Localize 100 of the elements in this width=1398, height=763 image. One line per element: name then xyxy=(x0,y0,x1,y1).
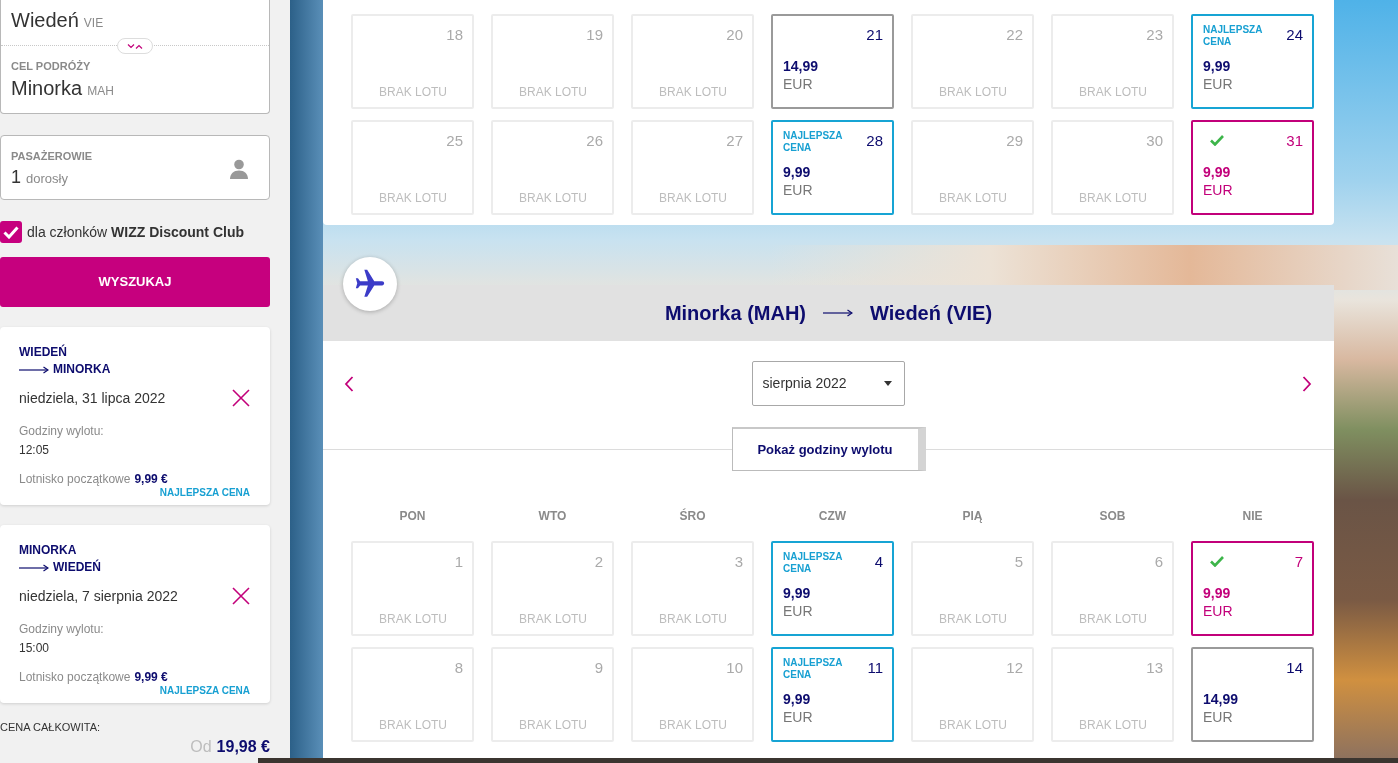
no-flight-label: BRAK LOTU xyxy=(1078,718,1148,732)
day-number: 8 xyxy=(454,658,463,678)
previous-month-button[interactable] xyxy=(343,374,355,393)
close-icon[interactable] xyxy=(232,389,250,407)
no-flight-label: BRAK LOTU xyxy=(518,191,588,205)
departure-times-button[interactable]: Pokaż godziny wylotu xyxy=(731,427,926,471)
day-number: 27 xyxy=(726,131,743,151)
no-flight-label: BRAK LOTU xyxy=(378,191,448,205)
weekday-label: SOB xyxy=(1098,508,1127,524)
flight-date: niedziela, 31 lipca 2022 xyxy=(19,389,166,408)
destination-label: CEL PODRÓŻY xyxy=(11,60,92,73)
price-text: 9,99 xyxy=(1203,58,1232,74)
plane-icon xyxy=(343,257,397,311)
search-button[interactable]: WYSZUKAJ xyxy=(0,257,270,307)
destination-code: MAH xyxy=(87,83,114,100)
no-flight-label: BRAK LOTU xyxy=(518,718,588,732)
passenger-unit: dorosły xyxy=(26,171,68,186)
day-number: 29 xyxy=(1006,131,1023,151)
arrival-city: MINORKA xyxy=(53,362,111,377)
day-number: 12 xyxy=(1006,658,1023,678)
day-cell[interactable]: NAJLEPSZA CENA 24 9,99 EUR xyxy=(1191,14,1314,109)
total-price-label: CENA CAŁKOWITA: xyxy=(0,721,102,734)
route-origin: Minorka (MAH) xyxy=(664,301,806,326)
passenger-field[interactable]: PASAŻEROWIE 1 dorosły xyxy=(0,135,270,200)
day-number: 11 xyxy=(867,658,883,678)
month-select[interactable]: sierpnia 2022 xyxy=(751,361,905,406)
day-cell[interactable]: NAJLEPSZA CENA 28 9,99 EUR xyxy=(771,120,894,215)
day-cell[interactable]: NAJLEPSZA CENA 11 9,99 EUR xyxy=(771,647,894,742)
fare-price: 9,99 € xyxy=(134,472,168,486)
day-number: 25 xyxy=(446,131,463,151)
no-flight-label: BRAK LOTU xyxy=(1078,612,1148,626)
fare-label: Lotnisko początkowe xyxy=(19,670,131,684)
no-flight-label: BRAK LOTU xyxy=(938,191,1008,205)
currency-text: EUR xyxy=(783,708,814,726)
day-number: 2 xyxy=(594,552,603,572)
day-number: 31 xyxy=(1286,131,1303,151)
price-text: 9,99 xyxy=(783,585,812,601)
best-price-label: NAJLEPSZA CENA xyxy=(783,657,844,681)
best-price-label: NAJLEPSZA CENA xyxy=(783,130,844,154)
currency-text: EUR xyxy=(783,181,814,199)
currency-text: EUR xyxy=(1203,708,1234,726)
day-cell[interactable]: 31 9,99 EUR xyxy=(1191,120,1314,215)
check-icon xyxy=(1210,135,1224,146)
day-number: 19 xyxy=(586,25,603,45)
no-flight-label: BRAK LOTU xyxy=(518,612,588,626)
flight-date: niedziela, 7 sierpnia 2022 xyxy=(19,587,178,606)
price-text: 9,99 xyxy=(783,164,812,180)
currency-text: EUR xyxy=(783,75,814,93)
day-number: 28 xyxy=(866,131,883,151)
departure-time: 12:05 xyxy=(19,442,51,458)
day-number: 20 xyxy=(726,25,743,45)
chevron-right-icon xyxy=(1302,375,1312,392)
day-cell[interactable]: 7 9,99 EUR xyxy=(1191,541,1314,636)
departure-city: MINORKA xyxy=(19,543,78,558)
no-flight-label: BRAK LOTU xyxy=(518,85,588,99)
day-cell[interactable]: 14 14,99 EUR xyxy=(1191,647,1314,742)
no-flight-label: BRAK LOTU xyxy=(378,612,448,626)
checkbox[interactable] xyxy=(0,221,22,243)
price-text: 14,99 xyxy=(1203,691,1240,707)
day-number: 5 xyxy=(1014,552,1023,572)
day-cell[interactable]: 21 14,99 EUR xyxy=(771,14,894,109)
price-text: 9,99 xyxy=(783,691,812,707)
no-flight-label: BRAK LOTU xyxy=(938,612,1008,626)
currency-text: EUR xyxy=(1203,75,1234,93)
day-number: 23 xyxy=(1146,25,1163,45)
origin-code: VIE xyxy=(83,15,104,32)
swap-chevrons-icon xyxy=(127,42,143,50)
departure-time: 15:00 xyxy=(19,640,51,656)
arrival-city: WIEDEŃ xyxy=(53,560,101,575)
no-flight-label: BRAK LOTU xyxy=(378,85,448,99)
day-number: 14 xyxy=(1286,658,1303,678)
day-number: 4 xyxy=(874,552,883,572)
discount-club-label: dla członków WIZZ Discount Club xyxy=(27,222,245,242)
arrow-icon xyxy=(19,364,49,375)
best-price-label: NAJLEPSZA CENA xyxy=(1203,24,1264,48)
day-number: 10 xyxy=(726,658,743,678)
price-text: 14,99 xyxy=(783,58,820,74)
day-number: 18 xyxy=(446,25,463,45)
fare-price: 9,99 € xyxy=(134,670,168,684)
price-text: 9,99 xyxy=(1203,585,1232,601)
chevron-left-icon xyxy=(344,375,354,392)
day-number: 9 xyxy=(594,658,603,678)
currency-text: EUR xyxy=(1203,602,1234,620)
weekday-label: PIĄ xyxy=(961,508,984,524)
departure-city: WIEDEŃ xyxy=(19,345,68,360)
departure-times-label: Godziny wylotu: xyxy=(19,621,105,637)
close-icon[interactable] xyxy=(232,587,250,605)
person-icon xyxy=(230,159,248,179)
day-cell[interactable]: NAJLEPSZA CENA 4 9,99 EUR xyxy=(771,541,894,636)
day-number: 7 xyxy=(1294,552,1303,572)
best-price-label: NAJLEPSZA CENA xyxy=(159,487,250,499)
swap-button[interactable] xyxy=(117,38,153,54)
destination-city: Minorka xyxy=(11,76,83,100)
no-flight-label: BRAK LOTU xyxy=(938,718,1008,732)
no-flight-label: BRAK LOTU xyxy=(658,612,728,626)
currency-text: EUR xyxy=(783,602,814,620)
no-flight-label: BRAK LOTU xyxy=(378,718,448,732)
next-month-button[interactable] xyxy=(1301,374,1313,393)
no-flight-label: BRAK LOTU xyxy=(1078,191,1148,205)
price-text: 9,99 xyxy=(1203,164,1232,180)
